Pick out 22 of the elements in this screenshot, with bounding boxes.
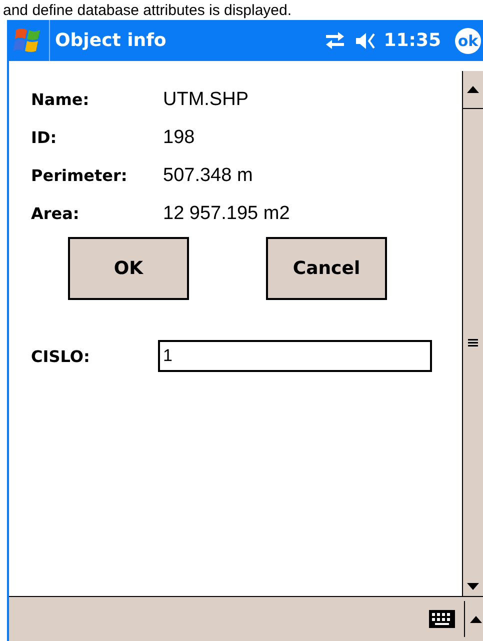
field-value: 507.348 m <box>163 165 254 187</box>
connectivity-icon[interactable] <box>324 30 346 50</box>
clock-time[interactable]: 11:35 <box>384 30 441 51</box>
sip-arrow-icon[interactable] <box>469 614 483 624</box>
field-value: UTM.SHP <box>163 89 250 111</box>
field-value: 198 <box>163 127 196 149</box>
speaker-icon[interactable] <box>354 30 376 50</box>
caption-text: and define database attributes is displayed. <box>2 2 292 20</box>
scrollbar[interactable] <box>462 71 483 596</box>
field-label: ID: <box>31 127 58 149</box>
field-label: Area: <box>31 203 80 225</box>
ok-button[interactable]: OK <box>68 237 189 300</box>
field-label: Name: <box>31 89 90 111</box>
window-title: Object info <box>55 30 168 51</box>
field-value: 12 957.195 m2 <box>163 203 291 225</box>
cancel-button[interactable]: Cancel <box>266 237 387 300</box>
field-label: Perimeter: <box>31 165 128 187</box>
input-field[interactable]: 1 <box>158 340 432 372</box>
attribute-label: CISLO: <box>31 346 91 366</box>
scroll-thumb-icon[interactable] <box>468 338 478 346</box>
keyboard-icon[interactable] <box>428 609 456 629</box>
ok-button[interactable]: ok <box>455 28 481 54</box>
